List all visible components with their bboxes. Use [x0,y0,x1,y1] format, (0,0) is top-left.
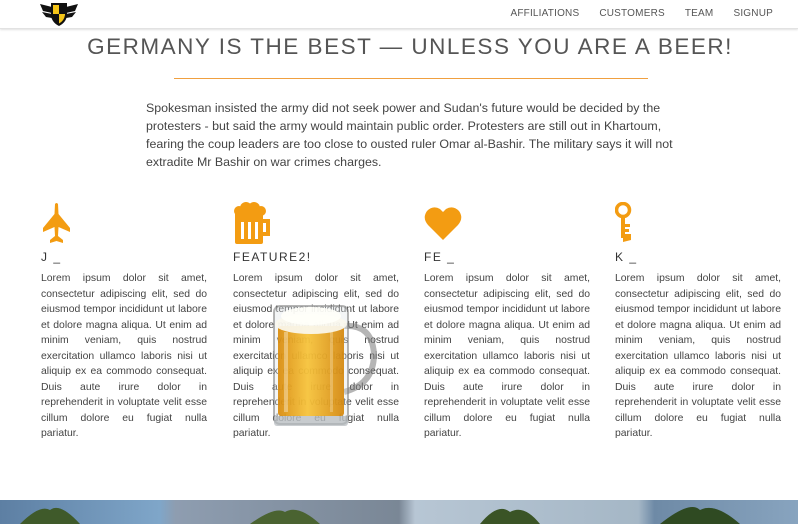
beer-mug-icon [233,202,399,246]
feature-title: K _ [615,250,638,264]
key-icon [615,202,781,246]
nav-link-signup[interactable]: SIGNUP [733,8,773,19]
intro-paragraph: Spokesman insisted the army did not seek… [146,101,673,169]
fighter-jet-icon [41,202,207,246]
top-navbar: AFFILIATIONS CUSTOMERS TEAM SIGNUP [0,0,798,29]
feature-title: FE _ [424,250,456,264]
feature-title: J _ [41,250,62,264]
beer-mug-image [268,292,380,434]
feature-text: Lorem ipsum dolor sit amet, consectetur … [424,273,590,439]
nav-link-team[interactable]: TEAM [685,8,714,19]
nav-link-affiliations[interactable]: AFFILIATIONS [510,8,579,19]
feature-card-1: J _ Lorem ipsum dolor sit amet, consecte… [41,202,207,442]
palm-trees-photo-strip [0,500,798,524]
feature-text: Lorem ipsum dolor sit amet, consectetur … [615,273,781,439]
heart-icon [424,202,590,246]
feature-card-4: K _ Lorem ipsum dolor sit amet, consecte… [615,202,781,442]
nav-menu: AFFILIATIONS CUSTOMERS TEAM SIGNUP [490,8,773,19]
feature-title: FEATURE2! [233,250,312,264]
nav-link-customers[interactable]: CUSTOMERS [599,8,665,19]
page-title: GERMANY IS THE BEST — UNLESS YOU ARE A B… [87,34,733,59]
winged-badge-logo-icon[interactable] [38,0,80,28]
feature-card-3: FE _ Lorem ipsum dolor sit amet, consect… [424,202,590,442]
title-divider [174,78,648,79]
feature-text: Lorem ipsum dolor sit amet, consectetur … [41,273,207,439]
